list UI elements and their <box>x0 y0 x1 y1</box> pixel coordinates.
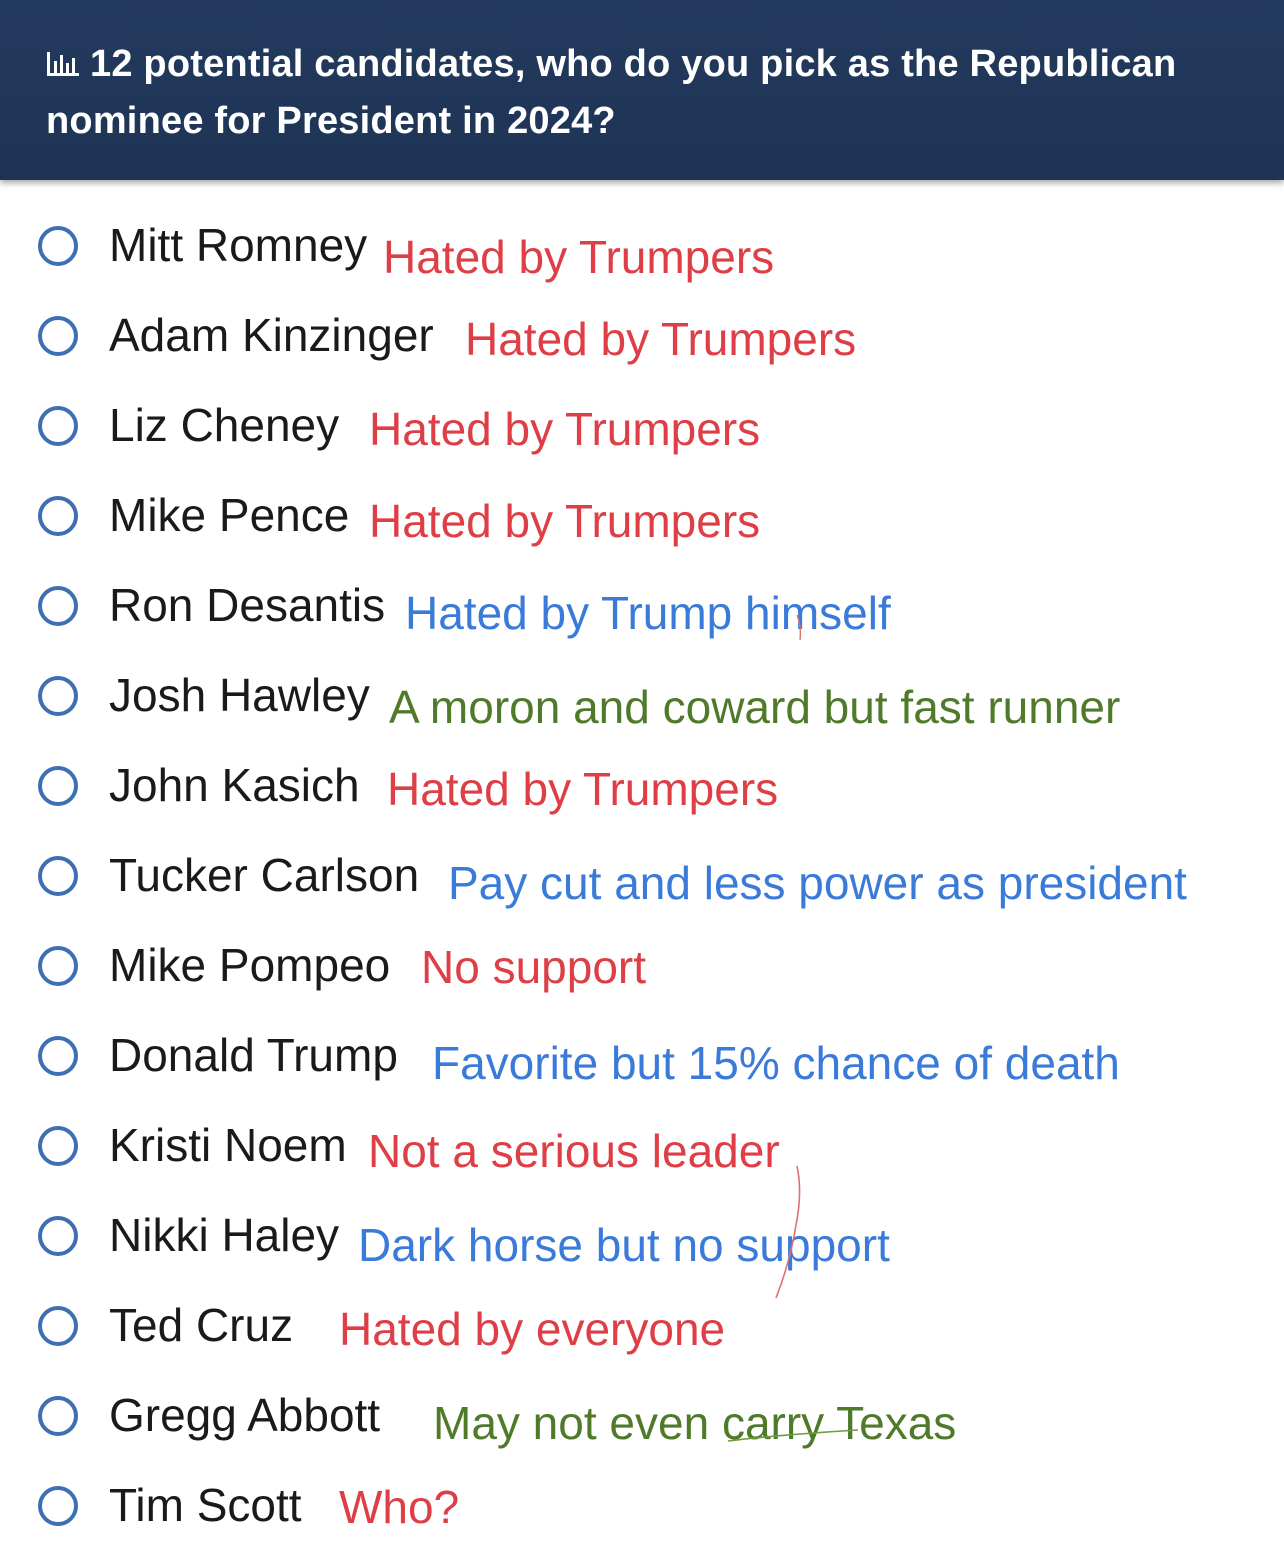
option-label: Mike Pence <box>109 489 350 541</box>
radio-button[interactable] <box>38 586 78 626</box>
option-label: Tim Scott <box>109 1479 302 1531</box>
poll-option[interactable]: Tucker Carlson Pay cut and less power as … <box>0 830 1284 920</box>
poll-header: 12 potential candidates, who do you pick… <box>0 0 1284 180</box>
poll-question-text: 12 potential candidates, who do you pick… <box>46 43 1177 142</box>
radio-button[interactable] <box>38 1036 78 1076</box>
handwritten-annotation: Hated by Trumpers <box>369 403 761 455</box>
poll-option[interactable]: Mike Pence Hated by Trumpers <box>0 470 1284 560</box>
radio-button[interactable] <box>38 1126 78 1166</box>
handwritten-annotation: Hated by Trumpers <box>465 313 857 365</box>
handwritten-annotation: Favorite but 15% chance of death <box>432 1037 1120 1089</box>
poll-option[interactable]: Adam Kinzinger Hated by Trumpers <box>0 290 1284 380</box>
option-label: Gregg Abbott <box>109 1389 381 1441</box>
handwritten-annotation: Not a serious leader <box>368 1125 780 1177</box>
poll-option[interactable]: Liz Cheney Hated by Trumpers <box>0 380 1284 470</box>
handwritten-annotation: Hated by Trumpers <box>387 763 779 815</box>
poll-option[interactable]: John Kasich Hated by Trumpers <box>0 740 1284 830</box>
poll-option[interactable]: Donald Trump Favorite but 15% chance of d… <box>0 1010 1284 1100</box>
option-label: Tucker Carlson <box>109 849 420 901</box>
poll-option[interactable]: Tim Scott Who? <box>0 1460 1284 1550</box>
radio-button[interactable] <box>38 1486 78 1526</box>
radio-button[interactable] <box>38 226 78 266</box>
option-label: Liz Cheney <box>109 399 340 451</box>
radio-button[interactable] <box>38 856 78 896</box>
poll-option[interactable]: Gregg Abbott May not even carry Texas <box>0 1370 1284 1460</box>
option-label: John Kasich <box>109 759 360 811</box>
radio-button[interactable] <box>38 406 78 446</box>
handwritten-annotation: Who? <box>339 1481 460 1533</box>
poll-chart-icon <box>47 52 79 76</box>
option-label: Ted Cruz <box>109 1299 294 1351</box>
radio-button[interactable] <box>38 946 78 986</box>
handwritten-annotation: Dark horse but no support <box>358 1219 890 1271</box>
poll-option[interactable]: Ted Cruz Hated by everyone <box>0 1280 1284 1370</box>
handwritten-annotation: Pay cut and less power as president <box>448 857 1187 909</box>
poll-option[interactable]: Kristi Noem Not a serious leader <box>0 1100 1284 1190</box>
handwritten-annotation: A moron and coward but fast runner <box>389 681 1121 733</box>
radio-button[interactable] <box>38 1216 78 1256</box>
option-label: Adam Kinzinger <box>109 309 434 361</box>
handwritten-annotation: Hated by everyone <box>339 1303 726 1355</box>
radio-button[interactable] <box>38 496 78 536</box>
radio-button[interactable] <box>38 766 78 806</box>
radio-button[interactable] <box>38 1396 78 1436</box>
handwritten-annotation: Hated by Trump himself <box>405 587 891 639</box>
poll-question: 12 potential candidates, who do you pick… <box>46 36 1238 150</box>
option-label: Kristi Noem <box>109 1119 347 1171</box>
handwritten-annotation: Hated by Trumpers <box>383 231 775 283</box>
poll-option[interactable]: Ron Desantis Hated by Trump himself <box>0 560 1284 650</box>
option-label: Josh Hawley <box>109 669 370 721</box>
handwritten-annotation: No support <box>421 941 647 993</box>
handwritten-annotation: Hated by Trumpers <box>369 495 761 547</box>
option-label: Mitt Romney <box>109 219 368 271</box>
poll-option[interactable]: Mitt Romney Hated by Trumpers <box>0 200 1284 290</box>
radio-button[interactable] <box>38 676 78 716</box>
option-label: Mike Pompeo <box>109 939 391 991</box>
poll-option[interactable]: Josh Hawley A moron and coward but fast r… <box>0 650 1284 740</box>
option-label: Nikki Haley <box>109 1209 340 1261</box>
radio-button[interactable] <box>38 316 78 356</box>
option-label: Donald Trump <box>109 1029 398 1081</box>
poll-option[interactable]: Mike Pompeo No support <box>0 920 1284 1010</box>
radio-button[interactable] <box>38 1306 78 1346</box>
handwritten-annotation: May not even carry Texas <box>433 1397 957 1449</box>
option-label: Ron Desantis <box>109 579 386 631</box>
poll-option[interactable]: Nikki Haley Dark horse but no support <box>0 1190 1284 1280</box>
